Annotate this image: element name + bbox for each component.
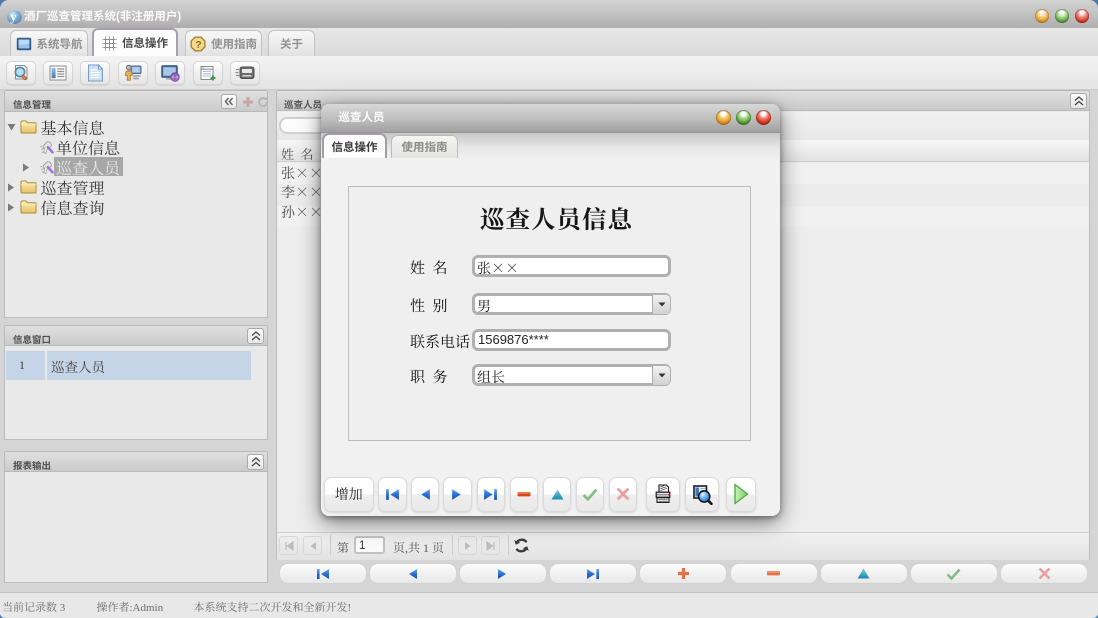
svg-text:y: y	[10, 9, 17, 24]
svg-text:?: ?	[195, 39, 201, 51]
